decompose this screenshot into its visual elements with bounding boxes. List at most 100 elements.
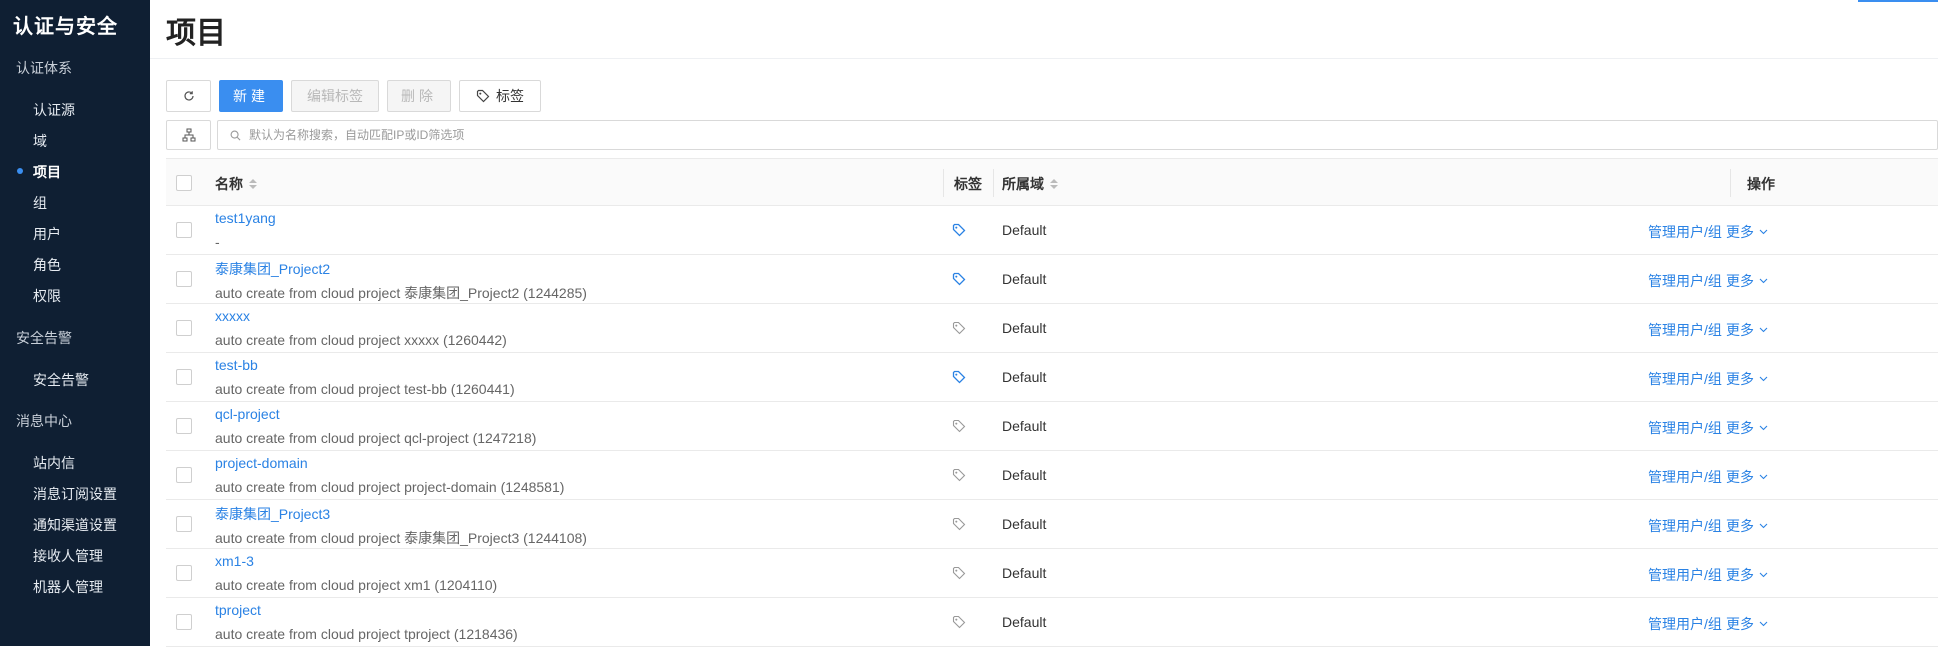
tag-icon[interactable] [952, 419, 966, 438]
hierarchy-filter-button[interactable] [166, 120, 211, 150]
sidebar-item-roles[interactable]: 角色 [33, 255, 61, 275]
tags-button[interactable]: 标签 [459, 80, 541, 112]
project-name-link[interactable]: project-domain [215, 455, 308, 471]
table-row: xxxxx auto create from cloud project xxxx… [166, 304, 1938, 353]
row-checkbox[interactable] [176, 614, 192, 630]
chevron-down-icon [1759, 327, 1768, 333]
table-row: test-bb auto create from cloud project te… [166, 353, 1938, 402]
row-checkbox[interactable] [176, 369, 192, 385]
manage-users-groups-link[interactable]: 管理用户/组 [1648, 565, 1722, 585]
sidebar-group-auth[interactable]: 认证体系 [16, 58, 72, 78]
column-header-domain[interactable]: 所属域 [1002, 174, 1058, 194]
more-actions-dropdown[interactable]: 更多 [1726, 516, 1768, 536]
row-checkbox[interactable] [176, 271, 192, 287]
project-description: auto create from cloud project xm1 (1204… [215, 577, 498, 593]
search-input[interactable] [249, 128, 1749, 142]
more-actions-dropdown[interactable]: 更多 [1726, 614, 1768, 634]
more-label: 更多 [1726, 567, 1754, 583]
sort-icon[interactable] [1050, 179, 1058, 189]
app-title: 认证与安全 [13, 16, 118, 38]
sidebar-item-domain[interactable]: 域 [33, 131, 47, 151]
project-domain: Default [1002, 467, 1047, 483]
row-checkbox[interactable] [176, 565, 192, 581]
more-actions-dropdown[interactable]: 更多 [1726, 467, 1768, 487]
sidebar-item-robots[interactable]: 机器人管理 [33, 577, 103, 597]
project-name-link[interactable]: test-bb [215, 357, 258, 373]
refresh-icon [183, 91, 194, 101]
sidebar-item-users[interactable]: 用户 [33, 224, 61, 244]
row-checkbox[interactable] [176, 320, 192, 336]
page-title: 项目 [166, 17, 226, 50]
select-all-checkbox[interactable] [176, 175, 192, 191]
manage-users-groups-link[interactable]: 管理用户/组 [1648, 222, 1722, 242]
sidebar-item-inbox[interactable]: 站内信 [33, 453, 75, 473]
title-divider [150, 58, 1938, 59]
tag-icon [476, 89, 490, 103]
more-actions-dropdown[interactable]: 更多 [1726, 320, 1768, 340]
more-actions-dropdown[interactable]: 更多 [1726, 565, 1768, 585]
sidebar-item-permissions[interactable]: 权限 [33, 286, 61, 306]
more-label: 更多 [1726, 371, 1754, 387]
main-content: 项目 新建 编辑标签 删除 标签 名称 [150, 0, 1938, 647]
row-checkbox[interactable] [176, 467, 192, 483]
tag-icon[interactable] [952, 321, 966, 340]
new-button[interactable]: 新建 [219, 80, 283, 112]
row-checkbox[interactable] [176, 222, 192, 238]
edit-tags-button[interactable]: 编辑标签 [291, 80, 379, 112]
chevron-down-icon [1759, 621, 1768, 627]
project-domain: Default [1002, 222, 1047, 238]
sidebar-item-groups[interactable]: 组 [33, 193, 47, 213]
more-label: 更多 [1726, 420, 1754, 436]
project-name-link[interactable]: test1yang [215, 210, 276, 226]
sidebar-item-projects[interactable]: 项目 [33, 162, 61, 182]
table-row: 泰康集团_Project2 auto create from cloud proj… [166, 255, 1938, 304]
manage-users-groups-link[interactable]: 管理用户/组 [1648, 369, 1722, 389]
sidebar-item-channel-settings[interactable]: 通知渠道设置 [33, 515, 117, 535]
project-name-link[interactable]: xm1-3 [215, 553, 254, 569]
sort-icon[interactable] [249, 179, 257, 189]
delete-button[interactable]: 删除 [387, 80, 451, 112]
column-divider[interactable] [993, 169, 994, 197]
project-name-link[interactable]: 泰康集团_Project3 [215, 504, 330, 524]
tag-icon[interactable] [952, 566, 966, 585]
manage-users-groups-link[interactable]: 管理用户/组 [1648, 516, 1722, 536]
manage-users-groups-link[interactable]: 管理用户/组 [1648, 418, 1722, 438]
project-name-link[interactable]: tproject [215, 602, 261, 618]
project-description: auto create from cloud project test-bb (… [215, 381, 515, 397]
column-name-label: 名称 [215, 176, 243, 192]
sidebar-group-message-center[interactable]: 消息中心 [16, 411, 72, 431]
column-divider[interactable] [1730, 169, 1731, 197]
table-row: project-domain auto create from cloud pro… [166, 451, 1938, 500]
column-header-name[interactable]: 名称 [215, 174, 257, 194]
more-actions-dropdown[interactable]: 更多 [1726, 418, 1768, 438]
tag-icon[interactable] [952, 615, 966, 634]
tag-icon[interactable] [952, 370, 966, 389]
project-name-link[interactable]: qcl-project [215, 406, 280, 422]
sidebar-item-subscription-settings[interactable]: 消息订阅设置 [33, 484, 117, 504]
manage-users-groups-link[interactable]: 管理用户/组 [1648, 271, 1722, 291]
project-name-link[interactable]: 泰康集团_Project2 [215, 259, 330, 279]
refresh-button[interactable] [166, 80, 211, 112]
search-box[interactable] [217, 120, 1938, 150]
more-label: 更多 [1726, 322, 1754, 338]
manage-users-groups-link[interactable]: 管理用户/组 [1648, 320, 1722, 340]
sidebar-group-security-alerts[interactable]: 安全告警 [16, 328, 72, 348]
tag-icon[interactable] [952, 517, 966, 536]
tag-icon[interactable] [952, 468, 966, 487]
active-indicator-dot [17, 168, 23, 174]
manage-users-groups-link[interactable]: 管理用户/组 [1648, 614, 1722, 634]
sidebar-item-auth-source[interactable]: 认证源 [33, 100, 75, 120]
sidebar-item-recipients[interactable]: 接收人管理 [33, 546, 103, 566]
row-checkbox[interactable] [176, 418, 192, 434]
column-divider[interactable] [943, 169, 944, 197]
more-actions-dropdown[interactable]: 更多 [1726, 271, 1768, 291]
tag-icon[interactable] [952, 223, 966, 242]
more-actions-dropdown[interactable]: 更多 [1726, 369, 1768, 389]
table-row: 泰康集团_Project3 auto create from cloud proj… [166, 500, 1938, 549]
more-actions-dropdown[interactable]: 更多 [1726, 222, 1768, 242]
project-name-link[interactable]: xxxxx [215, 308, 250, 324]
tag-icon[interactable] [952, 272, 966, 291]
row-checkbox[interactable] [176, 516, 192, 532]
sidebar-item-security-alerts[interactable]: 安全告警 [33, 370, 89, 390]
manage-users-groups-link[interactable]: 管理用户/组 [1648, 467, 1722, 487]
